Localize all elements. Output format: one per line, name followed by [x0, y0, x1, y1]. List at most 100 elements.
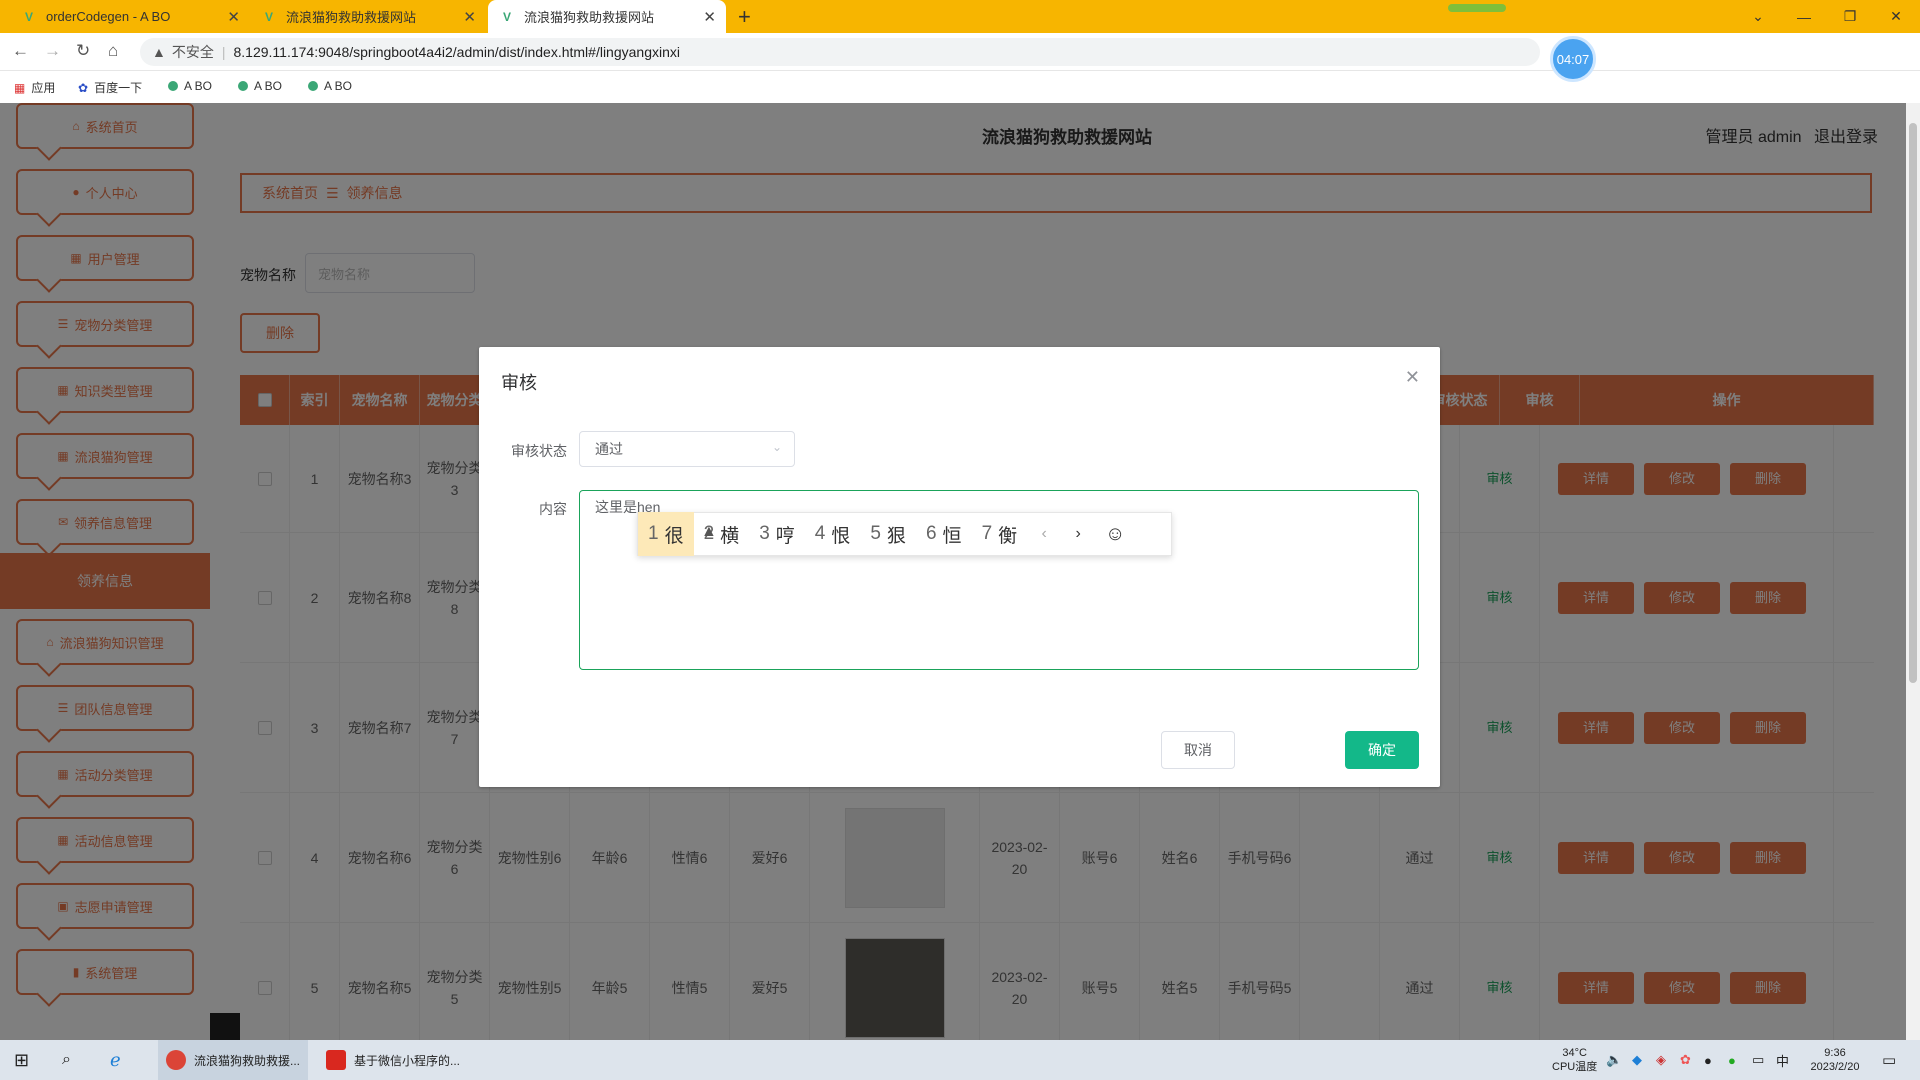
ime-prev-icon[interactable]: ‹: [1027, 525, 1061, 543]
bookmark-apps[interactable]: ▦ 应用: [14, 79, 55, 96]
tab-title: orderCodegen - A BO: [46, 9, 171, 24]
temp-value: 34°C: [1562, 1047, 1587, 1059]
content-label: 内容: [539, 501, 567, 517]
status-value: 通过: [595, 441, 623, 457]
tray-app-icon[interactable]: ✿: [1680, 1040, 1691, 1080]
close-window-icon[interactable]: ✕: [1873, 0, 1919, 33]
apps-grid-icon: ▦: [14, 80, 26, 95]
tab-title: 流浪猫狗救助救援网站: [524, 10, 655, 25]
candidate-number: 5: [870, 523, 881, 544]
network-icon[interactable]: ▭: [1752, 1040, 1764, 1080]
candidate-char: 哼: [775, 525, 795, 547]
taskbar-app-label: 基于微信小程序的...: [354, 1053, 461, 1068]
cancel-button[interactable]: 取消: [1161, 731, 1235, 769]
ime-candidates: 1很2横3哼4恨5狠6恒7衡: [638, 512, 1027, 556]
emoji-icon[interactable]: ☺: [1095, 523, 1135, 546]
insecure-label: 不安全: [171, 44, 214, 60]
close-tab-icon[interactable]: ✕: [703, 8, 716, 26]
browser-tab-strip: V orderCodegen - A BO ✕ V 流浪猫狗救助救援网站 ✕ V…: [0, 0, 1920, 33]
audit-dialog: 审核 ✕ 审核状态 通过 ⌄ 内容 这里是hen 1很2横3哼4恨5狠6恒7衡 …: [479, 347, 1440, 787]
warning-icon: ▲: [152, 44, 166, 60]
browser-tab[interactable]: V 流浪猫狗救助救援网站 ✕: [250, 0, 486, 33]
tray-app-icon[interactable]: ◆: [1632, 1040, 1642, 1080]
ime-candidate-bar: 1很2横3哼4恨5狠6恒7衡 ‹ › ☺: [637, 512, 1172, 556]
vue-favicon-icon: V: [24, 9, 33, 24]
candidate-number: 7: [981, 523, 993, 544]
url-separator: |: [221, 44, 226, 60]
candidate-char: 衡: [998, 525, 1018, 547]
ime-language[interactable]: 中: [1776, 1040, 1789, 1080]
close-tab-icon[interactable]: ✕: [463, 8, 476, 26]
tab-title: 流浪猫狗救助救援网站: [286, 10, 417, 25]
restore-icon[interactable]: ❐: [1827, 0, 1873, 33]
bookmark-abo[interactable]: A BO: [168, 79, 212, 93]
chrome-icon: [166, 1050, 186, 1070]
back-icon[interactable]: ←: [12, 41, 29, 61]
ime-candidate[interactable]: 1很: [638, 512, 694, 556]
ime-candidate[interactable]: 4恨: [805, 512, 861, 556]
timer-badge: 04:07: [1550, 36, 1596, 82]
candidate-char: 横: [720, 525, 740, 547]
bookmark-label: 应用: [31, 81, 56, 95]
windows-taskbar: ⊞ ⌕ ℯ 流浪猫狗救助救援... 基于微信小程序的... 34°C CPU温度…: [0, 1040, 1920, 1080]
chevron-down-icon: ⌄: [771, 440, 782, 454]
ime-candidate[interactable]: 6恒: [916, 512, 972, 556]
candidate-char: 恒: [942, 525, 962, 547]
close-icon[interactable]: ✕: [1405, 367, 1420, 388]
bookmarks-bar: ▦ 应用 ✿ 百度一下 A BO A BO A BO: [0, 71, 1920, 103]
clock-date: 2023/2/20: [1810, 1061, 1860, 1073]
volume-icon[interactable]: 🔈: [1606, 1040, 1622, 1080]
wps-icon: [326, 1050, 346, 1070]
taskbar-chrome[interactable]: 流浪猫狗救助救援...: [158, 1040, 308, 1080]
clock[interactable]: 9:36 2023/2/20: [1800, 1046, 1870, 1074]
wechat-icon[interactable]: ●: [1728, 1040, 1736, 1080]
ime-candidate[interactable]: 7衡: [972, 512, 1028, 556]
black-block: [210, 1013, 240, 1040]
minimize-icon[interactable]: —: [1781, 0, 1827, 33]
dialog-title: 审核: [501, 373, 537, 393]
candidate-number: 4: [814, 523, 826, 544]
tab-search-icon[interactable]: ⌄: [1735, 0, 1781, 33]
temp-label: CPU温度: [1552, 1061, 1598, 1073]
candidate-number: 3: [759, 523, 770, 544]
notification-icon[interactable]: ▭: [1882, 1040, 1896, 1080]
bookmark-label: A BO: [324, 79, 353, 93]
url-text: 8.129.11.174:9048/springboot4a4i2/admin/…: [233, 44, 681, 60]
candidate-char: 恨: [831, 525, 851, 547]
ie-icon[interactable]: ℯ: [110, 1040, 121, 1080]
reload-icon[interactable]: ↻: [76, 41, 90, 61]
windows-start-icon[interactable]: ⊞: [14, 1040, 29, 1080]
vue-icon: [308, 81, 318, 91]
battery-indicator: [1448, 4, 1506, 12]
bookmark-abo[interactable]: A BO: [308, 79, 352, 93]
clock-time: 9:36: [1824, 1047, 1846, 1059]
bookmark-baidu[interactable]: ✿ 百度一下: [78, 79, 142, 96]
taskbar-wps[interactable]: 基于微信小程序的...: [318, 1040, 468, 1080]
new-tab-button[interactable]: +: [738, 4, 751, 30]
search-icon[interactable]: ⌕: [62, 1040, 71, 1080]
ime-candidate[interactable]: 5狠: [860, 512, 916, 556]
candidate-number: 6: [925, 523, 937, 544]
ime-next-icon[interactable]: ›: [1061, 525, 1095, 543]
confirm-button[interactable]: 确定: [1345, 731, 1419, 769]
status-select[interactable]: 通过 ⌄: [579, 431, 795, 467]
baidu-paw-icon: ✿: [78, 80, 89, 95]
qq-icon[interactable]: ●: [1704, 1040, 1712, 1080]
page-scrollbar[interactable]: [1906, 103, 1920, 1040]
forward-icon[interactable]: →: [44, 41, 61, 61]
vue-favicon-icon: V: [264, 9, 273, 24]
url-field[interactable]: ▲ 不安全 | 8.129.11.174:9048/springboot4a4i…: [140, 38, 1540, 66]
ime-candidate[interactable]: 3哼: [749, 512, 805, 556]
taskbar-app-label: 流浪猫狗救助救援...: [194, 1053, 301, 1068]
bookmark-abo[interactable]: A BO: [238, 79, 282, 93]
vue-favicon-icon: V: [502, 9, 511, 24]
admin-page: ⌂系统首页 ●个人中心 ▦用户管理 ☰宠物分类管理 ▦知识类型管理 ▦流浪猫狗管…: [0, 103, 1920, 1040]
browser-tab-active[interactable]: V 流浪猫狗救助救援网站 ✕: [488, 0, 726, 33]
shield-icon[interactable]: ◈: [1656, 1040, 1666, 1080]
mouse-cursor-icon: ▲: [701, 523, 717, 540]
close-tab-icon[interactable]: ✕: [227, 8, 240, 26]
home-icon[interactable]: ⌂: [108, 41, 118, 61]
scrollbar-thumb[interactable]: [1909, 123, 1917, 683]
browser-tab[interactable]: V orderCodegen - A BO ✕: [10, 0, 250, 33]
vue-icon: [238, 81, 248, 91]
